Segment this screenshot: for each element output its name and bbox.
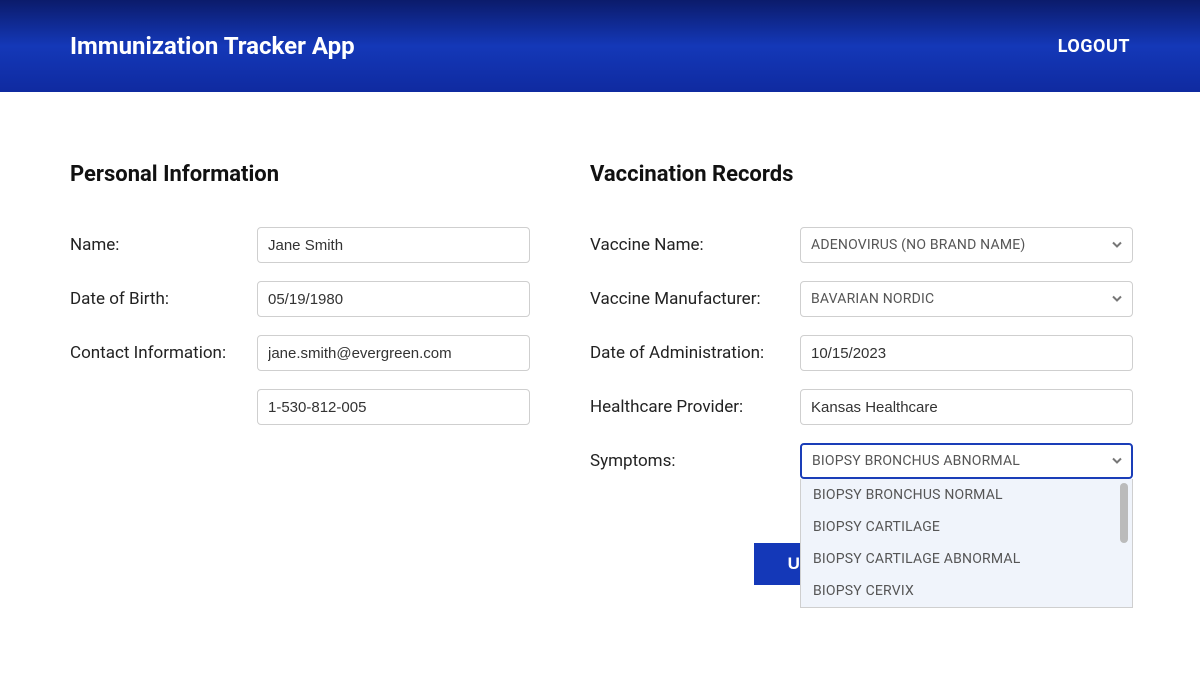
vaccine-name-row: Vaccine Name: ADENOVIRUS (NO BRAND NAME) (590, 227, 1133, 263)
vaccine-name-select[interactable]: ADENOVIRUS (NO BRAND NAME) (800, 227, 1133, 263)
symptoms-option[interactable]: BIOPSY CARTILAGE ABNORMAL (801, 543, 1118, 575)
app-title: Immunization Tracker App (70, 32, 355, 60)
email-input[interactable] (257, 335, 530, 371)
contact-label: Contact Information: (70, 343, 257, 363)
logout-button[interactable]: LOGOUT (1058, 36, 1130, 57)
vaccination-title: Vaccination Records (590, 162, 1133, 187)
symptoms-select[interactable]: BIOPSY BRONCHUS ABNORMAL (800, 443, 1133, 479)
symptoms-dropdown: BIOPSY BRONCHUS NORMAL BIOPSY CARTILAGE … (800, 479, 1133, 608)
symptoms-option[interactable]: BIOPSY CARTILAGE (801, 511, 1118, 543)
vaccine-name-select-wrapper: ADENOVIRUS (NO BRAND NAME) (800, 227, 1133, 263)
contact-row: Contact Information: (70, 335, 530, 371)
provider-label: Healthcare Provider: (590, 397, 800, 417)
symptoms-value: BIOPSY BRONCHUS ABNORMAL (812, 453, 1020, 469)
dropdown-scrollbar[interactable] (1120, 483, 1128, 543)
manufacturer-value: BAVARIAN NORDIC (811, 291, 934, 307)
manufacturer-select-wrapper: BAVARIAN NORDIC (800, 281, 1133, 317)
provider-input[interactable] (800, 389, 1133, 425)
symptoms-label: Symptoms: (590, 451, 800, 471)
dob-label: Date of Birth: (70, 289, 257, 309)
manufacturer-select[interactable]: BAVARIAN NORDIC (800, 281, 1133, 317)
admin-date-row: Date of Administration: (590, 335, 1133, 371)
content: Personal Information Name: Date of Birth… (0, 92, 1200, 509)
personal-info-section: Personal Information Name: Date of Birth… (70, 162, 530, 479)
vaccine-name-value: ADENOVIRUS (NO BRAND NAME) (811, 237, 1025, 253)
dob-row: Date of Birth: (70, 281, 530, 317)
symptoms-option[interactable]: BIOPSY BRONCHUS NORMAL (801, 479, 1118, 511)
symptoms-row: Symptoms: BIOPSY BRONCHUS ABNORMAL (590, 443, 1133, 479)
manufacturer-label: Vaccine Manufacturer: (590, 289, 800, 309)
dob-input[interactable] (257, 281, 530, 317)
header: Immunization Tracker App LOGOUT (0, 0, 1200, 92)
vaccine-name-label: Vaccine Name: (590, 235, 800, 255)
name-input[interactable] (257, 227, 530, 263)
phone-input[interactable] (257, 389, 530, 425)
manufacturer-row: Vaccine Manufacturer: BAVARIAN NORDIC (590, 281, 1133, 317)
admin-date-input[interactable] (800, 335, 1133, 371)
provider-row: Healthcare Provider: (590, 389, 1133, 425)
admin-date-label: Date of Administration: (590, 343, 800, 363)
phone-row (70, 389, 530, 425)
symptoms-option[interactable]: BIOPSY CERVIX (801, 575, 1118, 607)
vaccination-section: Vaccination Records Vaccine Name: ADENOV… (590, 162, 1133, 479)
personal-info-title: Personal Information (70, 162, 530, 187)
symptoms-select-wrapper: BIOPSY BRONCHUS ABNORMAL (800, 443, 1133, 479)
name-row: Name: (70, 227, 530, 263)
name-label: Name: (70, 235, 257, 255)
